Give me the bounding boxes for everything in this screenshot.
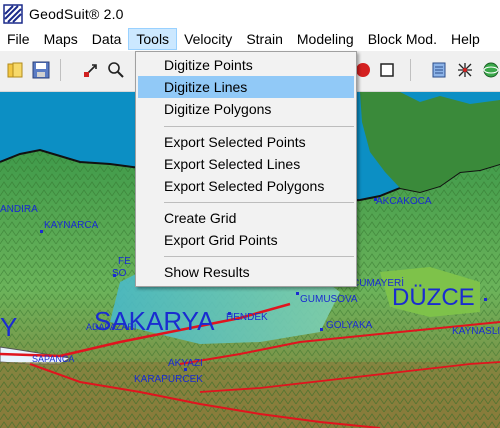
toolbar-separator: [60, 59, 61, 81]
window-title: GeodSuit® 2.0: [29, 5, 124, 22]
menu-block-mod[interactable]: Block Mod.: [361, 28, 444, 50]
menu-file[interactable]: File: [0, 28, 37, 50]
toolbar-separator: [410, 59, 411, 81]
label-adapazari: ADAPAZARI: [86, 322, 136, 332]
menu-item-export-selected-points[interactable]: Export Selected Points: [138, 131, 354, 153]
label-akcakoca: AKCAKOCA: [376, 196, 432, 207]
globe-icon[interactable]: [480, 59, 500, 81]
menu-item-export-selected-polygons[interactable]: Export Selected Polygons: [138, 175, 354, 197]
menu-separator: [164, 126, 354, 127]
geodsuit-logo-icon: [3, 3, 23, 24]
label-hendek: HENDEK: [226, 312, 268, 323]
label-kaynasli: KAYNASLI: [452, 326, 500, 337]
label-kaynarca: KAYNARCA: [44, 220, 99, 231]
menu-data[interactable]: Data: [85, 28, 129, 50]
menu-separator: [164, 256, 354, 257]
menu-help[interactable]: Help: [444, 28, 487, 50]
menu-item-digitize-points[interactable]: Digitize Points: [138, 54, 354, 76]
label-sapanca: SAPANCA: [32, 354, 74, 364]
network-icon[interactable]: [454, 59, 476, 81]
label-sogutlu: SO: [112, 268, 127, 279]
pan-cursor-icon[interactable]: [80, 59, 102, 81]
menu-separator: [164, 202, 354, 203]
label-left-big: Y: [0, 312, 17, 342]
label-akyazi: AKYAZI: [168, 358, 203, 369]
menu-item-export-grid-points[interactable]: Export Grid Points: [138, 229, 354, 251]
menu-item-show-results[interactable]: Show Results: [138, 261, 354, 283]
menu-maps[interactable]: Maps: [37, 28, 85, 50]
title-bar: GeodSuit® 2.0: [0, 0, 500, 27]
menu-velocity[interactable]: Velocity: [177, 28, 239, 50]
open-folder-icon[interactable]: [4, 59, 26, 81]
menu-item-digitize-polygons[interactable]: Digitize Polygons: [138, 98, 354, 120]
label-andira: ANDIRA: [0, 204, 38, 215]
zoom-icon[interactable]: [105, 59, 127, 81]
label-ferizli: FE: [118, 256, 131, 267]
menu-item-digitize-lines[interactable]: Digitize Lines: [138, 76, 354, 98]
label-duzce: DÜZCE: [392, 284, 475, 311]
square-select-icon[interactable]: [376, 59, 398, 81]
menu-tools[interactable]: Tools: [128, 28, 178, 50]
menu-item-create-grid[interactable]: Create Grid: [138, 207, 354, 229]
save-icon[interactable]: [30, 59, 52, 81]
menu-modeling[interactable]: Modeling: [290, 28, 361, 50]
label-gumusova: GUMUSOVA: [300, 294, 358, 305]
layers-icon[interactable]: [428, 59, 450, 81]
menu-item-export-selected-lines[interactable]: Export Selected Lines: [138, 153, 354, 175]
label-karapurcek: KARAPURCEK: [134, 374, 203, 385]
tools-dropdown-menu: Digitize Points Digitize Lines Digitize …: [135, 51, 357, 287]
menu-strain[interactable]: Strain: [239, 28, 290, 50]
label-golyaka: GOLYAKA: [326, 320, 373, 331]
menu-bar: File Maps Data Tools Velocity Strain Mod…: [0, 27, 500, 51]
